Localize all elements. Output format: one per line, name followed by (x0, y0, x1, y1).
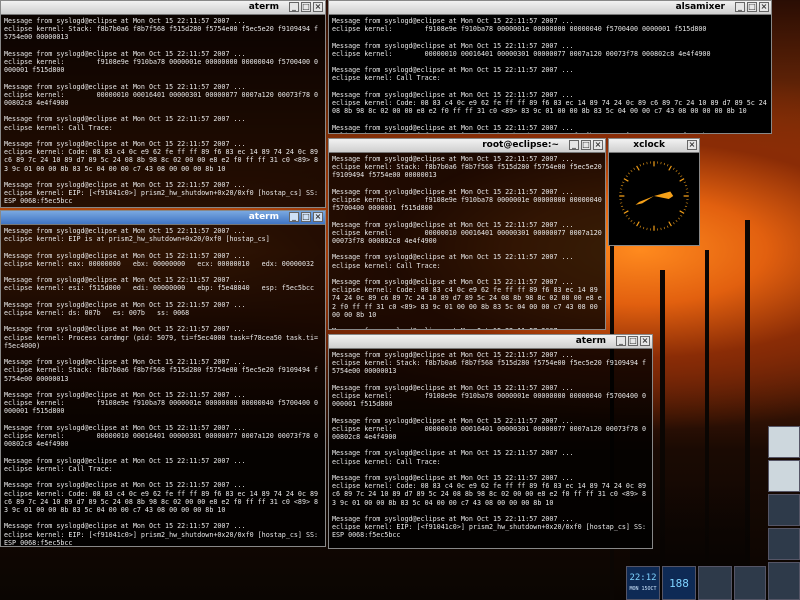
clock-tick (675, 219, 678, 223)
terminal-output[interactable]: Message from syslogd@eclipse at Mon Oct … (329, 153, 605, 329)
clock-tick (623, 178, 629, 182)
close-button[interactable]: × (640, 336, 650, 346)
clock-tick (627, 217, 631, 220)
dockapp-monitor[interactable] (734, 566, 766, 600)
titlebar[interactable]: aterm _ □ × (1, 1, 325, 15)
terminal-output[interactable]: Message from syslogd@eclipse at Mon Oct … (329, 349, 652, 542)
clock-tick (680, 214, 683, 217)
minimize-button[interactable]: _ (289, 2, 299, 12)
clock-tick (666, 164, 669, 167)
window-title: aterm (248, 212, 279, 222)
window-title: xclock (633, 140, 665, 150)
hour-hand (654, 191, 674, 199)
clock-tick (639, 225, 642, 228)
clock-tick (679, 178, 685, 182)
clock-tick (663, 162, 666, 166)
clock-tick (625, 175, 628, 178)
dock-clock-date: MON 15OCT (629, 586, 657, 592)
maximize-button[interactable]: □ (628, 336, 638, 346)
clock-tick (677, 172, 681, 175)
aterm-window-top[interactable]: aterm _ □ × Message from syslogd@eclipse… (0, 0, 326, 208)
clock-tick (642, 226, 645, 230)
dockapp-counter[interactable]: 188 (662, 566, 696, 600)
minimize-button[interactable]: _ (735, 2, 745, 12)
clock-tick (633, 222, 636, 225)
window-title: alsamixer (675, 2, 725, 12)
clock-tick (625, 214, 628, 217)
clock-tick (683, 181, 686, 184)
dockapp-monitor[interactable] (768, 562, 800, 600)
titlebar[interactable]: alsamixer _ □ × (329, 1, 771, 15)
minimize-button[interactable]: _ (569, 140, 579, 150)
close-button[interactable]: × (593, 140, 603, 150)
clock-tick (627, 172, 631, 175)
minimize-button[interactable]: _ (289, 212, 299, 222)
clock-tick (666, 225, 669, 228)
clock-tick (683, 208, 686, 211)
xclock-window[interactable]: xclock × (608, 138, 700, 246)
terminal-output[interactable]: Message from syslogd@eclipse at Mon Oct … (1, 225, 325, 546)
terminal-output[interactable]: Message from syslogd@eclipse at Mon Oct … (329, 15, 771, 133)
maximize-button[interactable]: □ (747, 2, 757, 12)
clock-face (619, 161, 689, 231)
close-button[interactable]: × (313, 2, 323, 12)
dockapp-monitor[interactable] (768, 460, 800, 492)
titlebar[interactable]: xclock × (609, 139, 699, 153)
clock-tick (622, 181, 625, 184)
maximize-button[interactable]: □ (301, 212, 311, 222)
titlebar[interactable]: aterm _ □ × (1, 211, 325, 225)
root-terminal-window[interactable]: root@eclipse:~ _ □ × Message from syslog… (328, 138, 606, 330)
clock-tick (663, 226, 666, 230)
clock-tick (680, 175, 683, 178)
maximize-button[interactable]: □ (301, 2, 311, 12)
titlebar[interactable]: aterm _ □ × (329, 335, 652, 349)
clock-tick (639, 164, 642, 167)
window-title: root@eclipse:~ (482, 140, 559, 150)
clock-tick (620, 205, 624, 208)
dock-clock-time: 22:12 (629, 573, 657, 583)
maximize-button[interactable]: □ (581, 140, 591, 150)
clock-tick (630, 169, 633, 173)
aterm-window-mid[interactable]: aterm _ □ × Message from syslogd@eclipse… (328, 334, 653, 549)
clock-tick (675, 169, 678, 173)
clock-tick (633, 167, 636, 170)
minute-hand (635, 196, 654, 205)
clock-tick (636, 165, 640, 171)
close-button[interactable]: × (759, 2, 769, 12)
dockapp-monitor[interactable] (768, 494, 800, 526)
alsamixer-window[interactable]: alsamixer _ □ × Message from syslogd@ecl… (328, 0, 772, 134)
titlebar[interactable]: root@eclipse:~ _ □ × (329, 139, 605, 153)
clock-tick (677, 217, 681, 220)
close-button[interactable]: × (313, 212, 323, 222)
clock-tick (668, 221, 672, 227)
dockapp-monitor[interactable] (698, 566, 732, 600)
clock-tick (684, 184, 688, 187)
clock-tick (623, 210, 629, 214)
dock-counter-value: 188 (669, 577, 689, 590)
dockapp-monitor[interactable] (768, 426, 800, 458)
clock-tick (620, 184, 624, 187)
window-title: aterm (248, 2, 279, 12)
dockapp-monitor[interactable] (768, 528, 800, 560)
close-button[interactable]: × (687, 140, 697, 150)
clock-tick (672, 167, 675, 170)
dockapp-clock[interactable]: 22:12 MON 15OCT (626, 566, 660, 600)
window-title: aterm (575, 336, 606, 346)
clock-tick (679, 210, 685, 214)
clock-tick (642, 162, 645, 166)
clock-tick (636, 221, 640, 227)
aterm-window-left[interactable]: aterm _ □ × Message from syslogd@eclipse… (0, 210, 326, 547)
clock-tick (672, 222, 675, 225)
clock-tick (622, 208, 625, 211)
terminal-output[interactable]: Message from syslogd@eclipse at Mon Oct … (1, 15, 325, 207)
clock-tick (668, 165, 672, 171)
minimize-button[interactable]: _ (616, 336, 626, 346)
clock-tick (684, 205, 688, 208)
clock-tick (630, 219, 633, 223)
